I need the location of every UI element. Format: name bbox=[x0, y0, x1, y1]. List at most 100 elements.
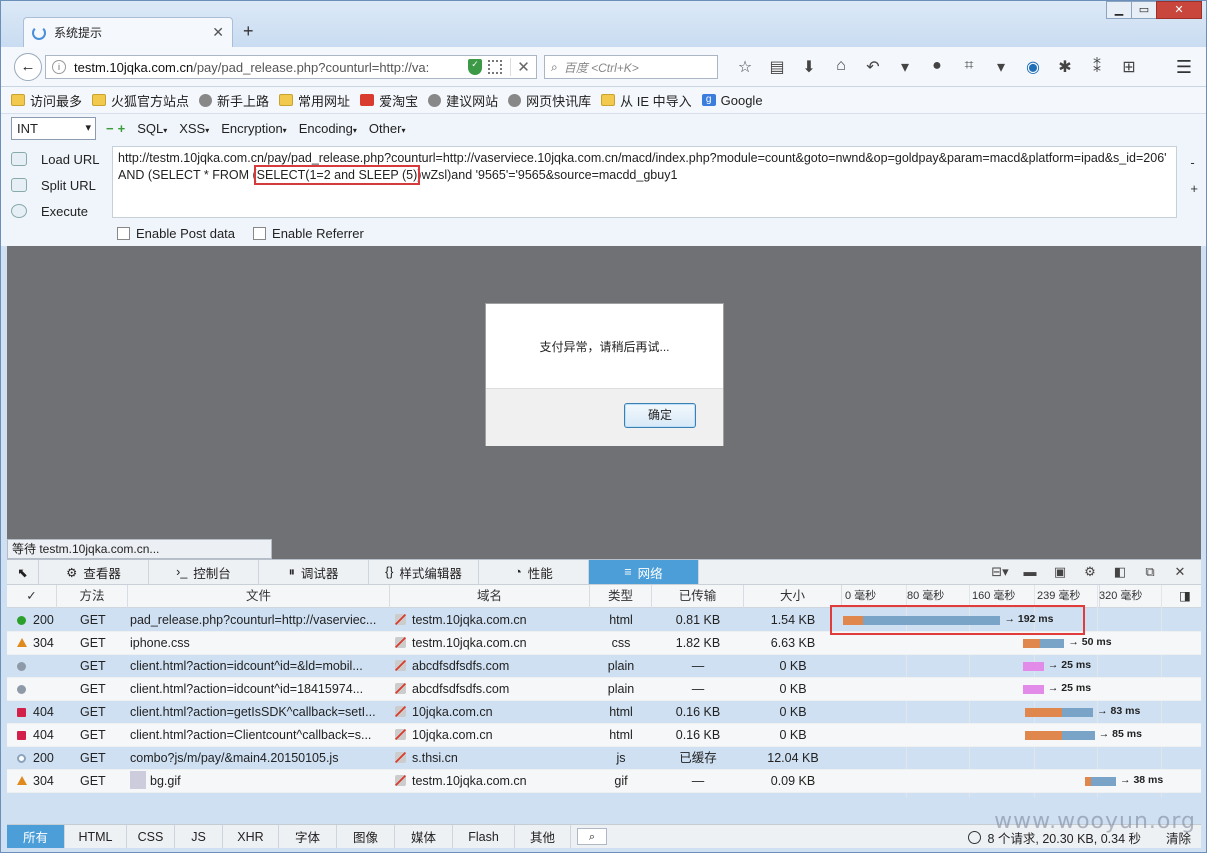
table-row[interactable]: 404 GET client.html?action=Clientcount^cal… bbox=[7, 724, 1201, 747]
bookmark-item[interactable]: g Google bbox=[701, 93, 763, 108]
table-row[interactable]: 304 GET bg.gif testm.10jqka.com.cn gif — 0.09 … bbox=[7, 770, 1201, 793]
bookmark-item[interactable]: 从 IE 中导入 bbox=[601, 91, 692, 110]
close-devtools-icon[interactable]: ✕ bbox=[1165, 564, 1195, 580]
tab-inspector[interactable]: ⚙ 查看器 bbox=[39, 560, 149, 584]
menu-icon[interactable]: ☰ bbox=[1176, 57, 1192, 78]
site-info-icon[interactable]: i bbox=[52, 60, 66, 74]
dock-side-icon[interactable]: ◧ bbox=[1105, 564, 1135, 580]
table-row[interactable]: 200 GET combo?js/m/pay/&main4.20150105.js s… bbox=[7, 747, 1201, 770]
load-url-button[interactable]: Load URL bbox=[11, 146, 100, 172]
network-icon[interactable]: ⊞ bbox=[1113, 57, 1145, 77]
chat-icon[interactable]: ● bbox=[921, 57, 953, 77]
tab-debugger[interactable]: ⏸ 调试器 bbox=[259, 560, 369, 584]
shield-icon[interactable]: ✓ bbox=[468, 59, 482, 75]
col-domain[interactable]: 域名 bbox=[390, 585, 590, 608]
menu-encoding[interactable]: Encoding bbox=[299, 121, 357, 136]
table-row[interactable]: GET client.html?action=idcount^id=1841597… bbox=[7, 678, 1201, 701]
crop-icon[interactable]: ⌗ bbox=[953, 57, 985, 77]
clipboard-icon[interactable]: ▤ bbox=[761, 57, 793, 77]
tab-performance[interactable]: ◔ 性能 bbox=[479, 560, 589, 584]
enable-post-checkbox[interactable]: Enable Post data bbox=[117, 226, 235, 241]
filter-other[interactable]: 其他 bbox=[515, 825, 571, 848]
filter-flash[interactable]: Flash bbox=[453, 825, 515, 848]
tab-style-editor[interactable]: {} 样式编辑器 bbox=[369, 560, 479, 584]
dropdown-icon[interactable]: ▾ bbox=[889, 57, 921, 77]
filter-media[interactable]: 媒体 bbox=[395, 825, 453, 848]
url-bar[interactable]: i testm.10jqka.com.cn/pay/pad_release.ph… bbox=[45, 55, 537, 79]
url-text[interactable]: testm.10jqka.com.cn/pay/pad_release.php?… bbox=[74, 60, 462, 75]
minimize-button[interactable]: ▁ bbox=[1106, 1, 1132, 19]
clear-url-icon[interactable]: ✕ bbox=[510, 58, 536, 76]
responsive-icon[interactable]: ▣ bbox=[1045, 564, 1075, 580]
add-remove-icon[interactable]: −+ bbox=[106, 121, 129, 136]
col-size[interactable]: 大小 bbox=[744, 585, 842, 608]
request-file: client.html?action=Clientcount^callback=… bbox=[130, 728, 372, 742]
enable-referrer-checkbox[interactable]: Enable Referrer bbox=[253, 226, 364, 241]
type-select[interactable]: INT bbox=[11, 117, 96, 140]
waterfall-toggle-icon[interactable]: ◨ bbox=[1175, 585, 1195, 608]
download-icon[interactable]: ⬇ bbox=[793, 57, 825, 77]
filter-all[interactable]: 所有 bbox=[7, 825, 65, 848]
tab-network[interactable]: ≡ 网络 bbox=[589, 560, 699, 584]
bookmark-item[interactable]: 爱淘宝 bbox=[360, 91, 418, 110]
menu-other[interactable]: Other bbox=[369, 121, 406, 136]
status-icon bbox=[17, 685, 26, 694]
table-row[interactable]: GET client.html?action=idcount^id=&ld=mob… bbox=[7, 655, 1201, 678]
settings-gear-icon[interactable]: ⚙ bbox=[1075, 564, 1105, 580]
request-type: js bbox=[616, 751, 626, 765]
expand-button[interactable]: + bbox=[1190, 176, 1198, 202]
col-transferred[interactable]: 已传输 bbox=[652, 585, 744, 608]
tab-current[interactable]: 系统提示 ✕ bbox=[23, 17, 233, 47]
undo-icon[interactable]: ↶ bbox=[857, 57, 889, 77]
dock-bottom-icon[interactable]: ▬ bbox=[1015, 564, 1045, 580]
watermark: www.wooyun.org bbox=[994, 809, 1196, 834]
filter-xhr[interactable]: XHR bbox=[223, 825, 279, 848]
element-picker-icon[interactable]: ⬉ bbox=[7, 560, 39, 584]
bookmark-item[interactable]: 火狐官方站点 bbox=[92, 91, 189, 110]
undock-icon[interactable]: ⧉ bbox=[1135, 564, 1165, 580]
bookmark-item[interactable]: 新手上路 bbox=[199, 91, 269, 110]
bookmark-item[interactable]: 常用网址 bbox=[279, 91, 350, 110]
menu-sql[interactable]: SQL bbox=[137, 121, 167, 136]
tab-console[interactable]: ›_ 控制台 bbox=[149, 560, 259, 584]
tab-close-icon[interactable]: ✕ bbox=[212, 24, 224, 41]
new-tab-button[interactable]: + bbox=[243, 21, 254, 42]
filter-js[interactable]: JS bbox=[175, 825, 223, 848]
layout-icon[interactable]: ⊟▾ bbox=[985, 564, 1015, 580]
filter-images[interactable]: 图像 bbox=[337, 825, 395, 848]
menu-encryption[interactable]: Encryption bbox=[221, 121, 286, 136]
bookmark-item[interactable]: 访问最多 bbox=[11, 91, 82, 110]
col-method[interactable]: 方法 bbox=[57, 585, 128, 608]
menu-xss[interactable]: XSS bbox=[179, 121, 209, 136]
bookmark-item[interactable]: 网页快讯库 bbox=[508, 91, 591, 110]
col-file[interactable]: 文件 bbox=[128, 585, 390, 608]
col-status[interactable]: ✓ bbox=[7, 585, 57, 608]
bookmark-item[interactable]: 建议网站 bbox=[428, 91, 498, 110]
dropdown-icon[interactable]: ▾ bbox=[985, 57, 1017, 77]
qrcode-icon[interactable] bbox=[488, 60, 502, 74]
footprint-icon[interactable]: ⁑ bbox=[1081, 57, 1113, 77]
star-icon[interactable]: ☆ bbox=[729, 57, 761, 77]
media-icon[interactable]: ◉ bbox=[1017, 57, 1049, 77]
filter-search-icon[interactable]: ⌕ bbox=[577, 828, 607, 845]
shrink-button[interactable]: - bbox=[1190, 150, 1198, 176]
search-input[interactable]: ⌕ 百度 <Ctrl+K> bbox=[544, 55, 718, 79]
execute-button[interactable]: Execute bbox=[11, 198, 100, 224]
filter-html[interactable]: HTML bbox=[65, 825, 127, 848]
table-row[interactable]: 404 GET client.html?action=getIsSDK^callba… bbox=[7, 701, 1201, 724]
restore-button[interactable]: ▭ bbox=[1131, 1, 1157, 19]
table-row[interactable]: 304 GET iphone.css testm.10jqka.com.cn css 1.… bbox=[7, 632, 1201, 655]
ok-button[interactable]: 确定 bbox=[624, 403, 696, 428]
filter-fonts[interactable]: 字体 bbox=[279, 825, 337, 848]
hackbar-side-controls: - + bbox=[1190, 150, 1198, 202]
filter-css[interactable]: CSS bbox=[127, 825, 175, 848]
request-method: GET bbox=[80, 659, 106, 673]
hackbar-url-textarea[interactable]: http://testm.10jqka.com.cn/pay/pad_relea… bbox=[112, 146, 1177, 218]
col-type[interactable]: 类型 bbox=[590, 585, 652, 608]
tab-strip: 系统提示 ✕ + ▁ ▭ ✕ bbox=[1, 1, 1206, 47]
split-url-button[interactable]: Split URL bbox=[11, 172, 100, 198]
close-window-button[interactable]: ✕ bbox=[1156, 1, 1202, 19]
bug-icon[interactable]: ✱ bbox=[1049, 57, 1081, 77]
back-button[interactable]: ← bbox=[14, 53, 42, 81]
home-icon[interactable]: ⌂ bbox=[825, 57, 857, 77]
